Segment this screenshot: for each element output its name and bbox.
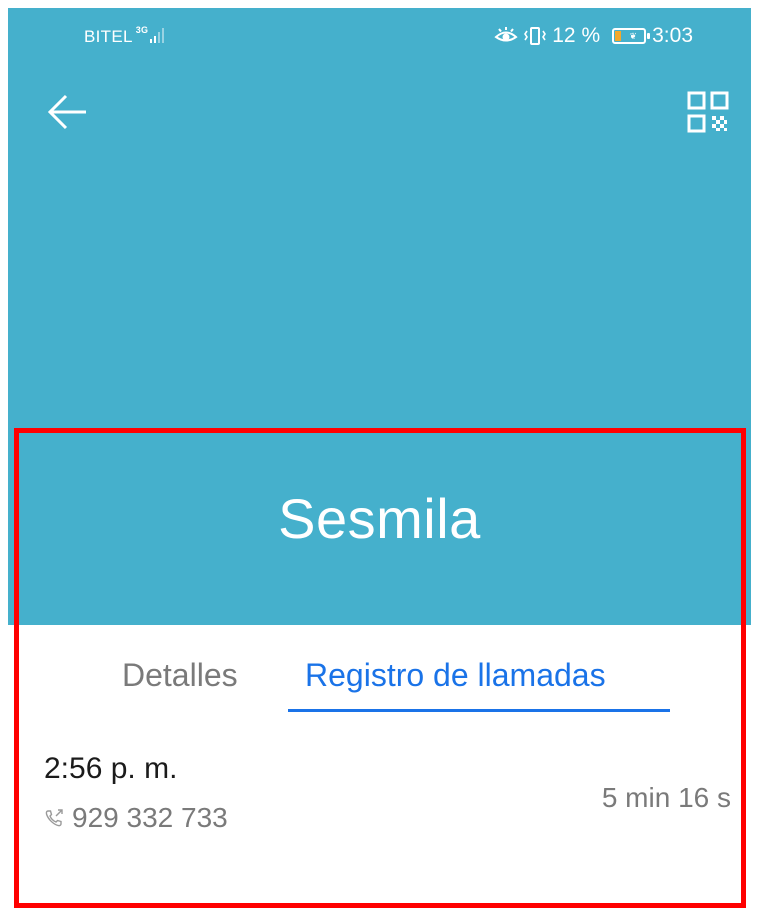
status-right: 12 % ❦ 3:03 [494, 24, 693, 48]
back-arrow-icon [47, 94, 86, 130]
tab-call-log[interactable]: Registro de llamadas [305, 657, 606, 694]
signal-icon [150, 27, 165, 43]
clock: 3:03 [652, 24, 693, 47]
back-button[interactable] [46, 90, 90, 134]
network-type: 3G [135, 25, 149, 35]
tab-details[interactable]: Detalles [122, 657, 238, 694]
qr-code-icon [687, 91, 729, 133]
eye-comfort-icon [494, 27, 518, 42]
qr-code-button[interactable] [686, 90, 730, 134]
tab-selected-indicator [288, 709, 670, 712]
status-bar: BITEL 3G 12 % ❦ 3:03 [8, 8, 751, 68]
outgoing-call-icon [45, 809, 63, 827]
battery-icon: ❦ [612, 28, 651, 44]
vibrate-icon [524, 27, 547, 45]
contact-name: Sesmila [278, 487, 481, 550]
battery-percent: 12 % [552, 24, 601, 47]
call-number-row: 929 332 733 [44, 802, 228, 834]
call-number: 929 332 733 [72, 802, 228, 833]
call-time: 2:56 p. m. [44, 752, 178, 785]
call-log-item[interactable]: 2:56 p. m. 929 332 733 5 min 16 s [8, 740, 751, 850]
tab-bar: Detalles Registro de llamadas [8, 625, 751, 715]
carrier-info: BITEL 3G [84, 25, 165, 47]
carrier-name: BITEL [84, 27, 133, 46]
call-duration: 5 min 16 s [601, 782, 731, 813]
contact-header: BITEL 3G 12 % ❦ 3:03 Sesmila [8, 8, 751, 625]
